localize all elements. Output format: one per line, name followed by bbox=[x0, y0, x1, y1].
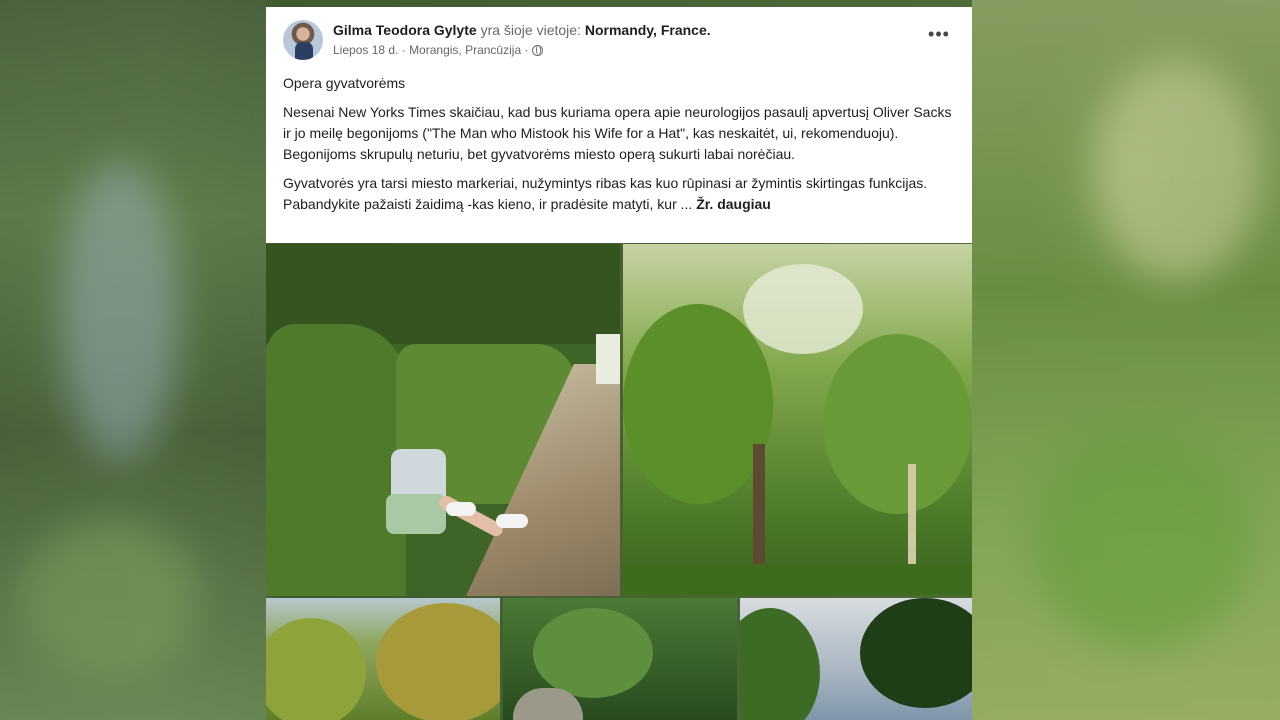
shoe-shape bbox=[496, 514, 528, 528]
blurred-background-right bbox=[972, 0, 1280, 720]
location-prefix: yra šioje vietoje: bbox=[480, 22, 581, 38]
tree-canopy-photo[interactable] bbox=[623, 244, 972, 596]
background-blur-shape bbox=[1092, 60, 1262, 280]
post-paragraph: Nesenai New Yorks Times skaičiau, kad bu… bbox=[283, 104, 952, 162]
post-card: Gilma Teodora Gylyte yra šioje vietoje: … bbox=[266, 7, 972, 243]
location-link[interactable]: Normandy, France. bbox=[585, 22, 711, 38]
avatar-figure bbox=[295, 42, 313, 60]
background-blur-shape bbox=[60, 160, 180, 460]
path-light-shape bbox=[596, 334, 620, 384]
yellow-trees-photo[interactable] bbox=[266, 598, 500, 720]
post-paragraph: Gyvatvorės yra tarsi miesto markeriai, n… bbox=[283, 173, 955, 215]
tree-crown-shape bbox=[823, 334, 972, 514]
avatar[interactable] bbox=[283, 20, 323, 60]
tree-crown-shape bbox=[623, 304, 773, 504]
background-blur-shape bbox=[20, 520, 200, 680]
sky-trees-photo[interactable] bbox=[740, 598, 972, 720]
see-more-link[interactable]: Žr. daugiau bbox=[696, 196, 771, 212]
more-options-button[interactable]: ••• bbox=[926, 25, 952, 45]
post-header: Gilma Teodora Gylyte yra šioje vietoje: … bbox=[333, 22, 711, 38]
grass-shape bbox=[623, 564, 972, 596]
post-title: Opera gyvatvorėms bbox=[283, 75, 406, 91]
tree-crown-shape bbox=[376, 603, 500, 720]
post-date[interactable]: Liepos 18 d. bbox=[333, 43, 398, 57]
shoe-shape bbox=[446, 502, 476, 516]
globe-icon bbox=[531, 45, 543, 56]
background-blur-shape bbox=[1032, 430, 1252, 650]
place-detail: · Morangis, Prancūzija · bbox=[401, 43, 529, 57]
post-paragraph-text: Gyvatvorės yra tarsi miesto markeriai, n… bbox=[283, 175, 928, 212]
hedge-shape bbox=[266, 324, 406, 596]
post-body: Opera gyvatvorėms Nesenai New Yorks Time… bbox=[283, 73, 955, 223]
skirt-shape bbox=[386, 494, 446, 534]
hedge-path-photo[interactable] bbox=[266, 244, 620, 596]
blurred-background-left bbox=[0, 0, 266, 720]
shrub-shape bbox=[533, 608, 653, 698]
post-meta: Liepos 18 d. · Morangis, Prancūzija · bbox=[333, 43, 543, 57]
author-name[interactable]: Gilma Teodora Gylyte bbox=[333, 22, 477, 38]
green-shrub-photo[interactable] bbox=[503, 598, 737, 720]
sky-patch-shape bbox=[743, 264, 863, 354]
